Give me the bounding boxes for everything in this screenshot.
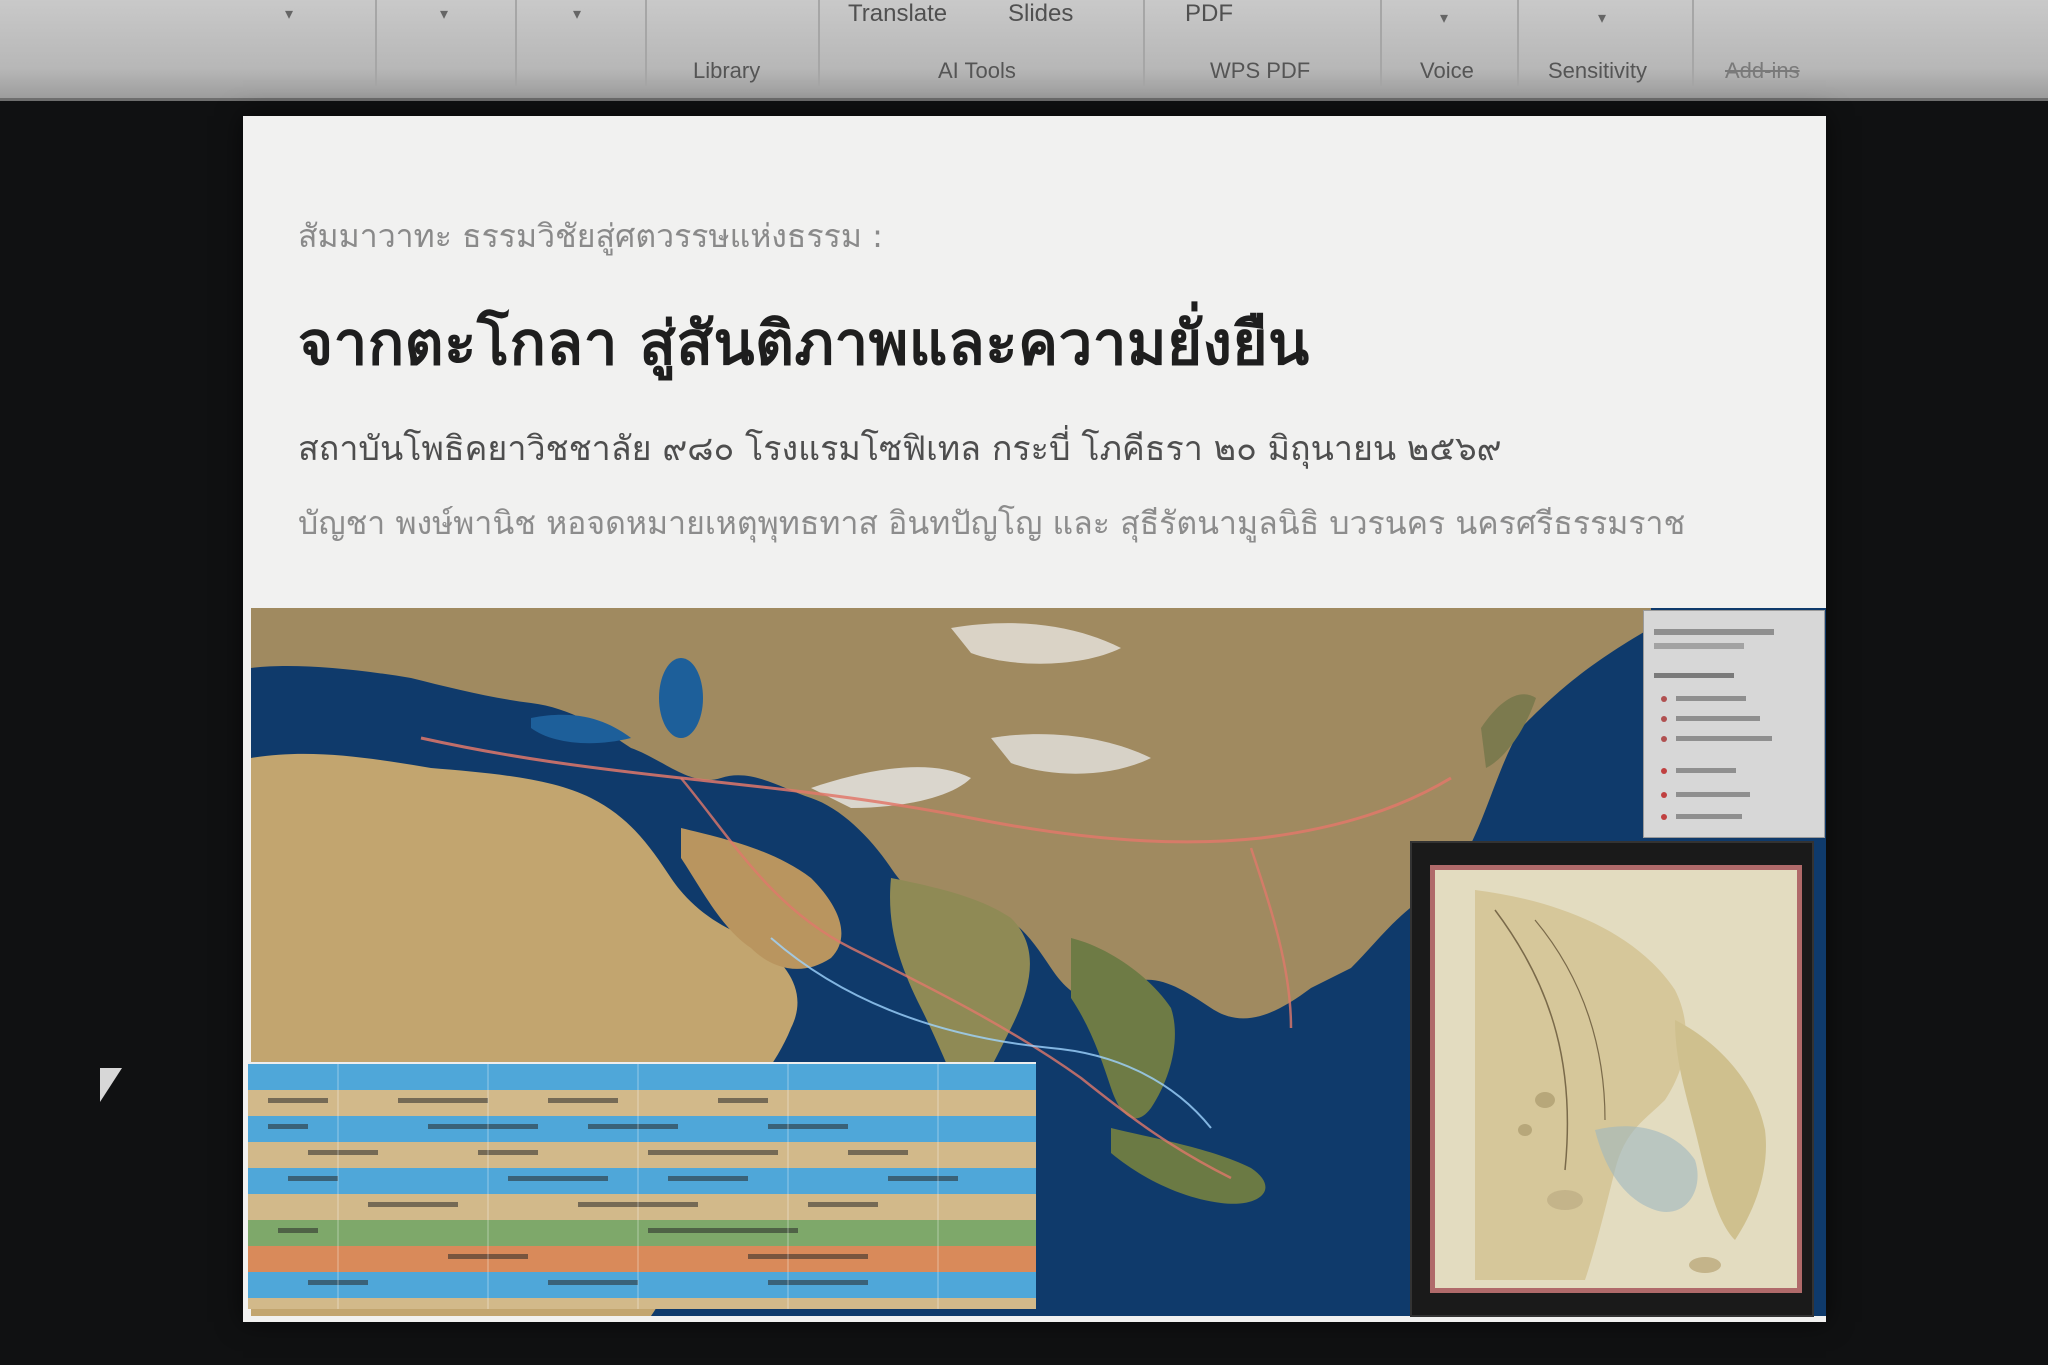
slide-canvas[interactable]: สัมมาวาทะ ธรรมวิชัยสู่ศตวรรษแห่งธรรม : จ… (243, 116, 1826, 1322)
group-sensitivity: Sensitivity (1548, 58, 1648, 83)
group-library: Library (693, 58, 761, 83)
ribbon-separator (515, 0, 517, 86)
antique-map-image (1410, 841, 1814, 1317)
group-ai-tools: AI Tools (938, 58, 1016, 83)
group-add-ins: Add-ins (1725, 58, 1800, 83)
chevron-down-icon[interactable]: ▾ (440, 4, 448, 23)
chevron-down-icon[interactable]: ▾ (573, 4, 581, 23)
ribbon-separator (1143, 0, 1145, 86)
slide-title: จากตะโกลา สู่สันติภาพและความยั่งยืน (298, 309, 1310, 379)
map-legend-image (1643, 610, 1825, 838)
slides-button[interactable]: Slides (1008, 0, 1073, 28)
ribbon-separator (818, 0, 820, 86)
ribbon-separator (1517, 0, 1519, 86)
timeline-table-image (248, 1062, 1036, 1309)
ribbon-toolbar: ▾ ▾ ▾ Translate Slides PDF ▾ ▾ Library A… (0, 0, 2048, 101)
ribbon-separator (1692, 0, 1694, 86)
ribbon-separator (645, 0, 647, 86)
ribbon-separator (1380, 0, 1382, 86)
pdf-button[interactable]: PDF (1185, 0, 1233, 28)
ribbon-separator (375, 0, 377, 86)
slide-subtitle: สถาบันโพธิคยาวิชชาลัย ๙๘๐ โรงแรมโซฟิเทล … (298, 429, 1502, 469)
translate-button[interactable]: Translate (848, 0, 947, 28)
chevron-down-icon[interactable]: ▾ (285, 4, 293, 23)
antique-map-paper (1430, 865, 1802, 1293)
group-voice: Voice (1420, 58, 1474, 83)
chevron-down-icon[interactable]: ▾ (1598, 8, 1606, 27)
chevron-down-icon[interactable]: ▾ (1440, 8, 1448, 27)
slide-authors: บัญชา พงษ์พานิช หอจดหมายเหตุพุทธทาส อินท… (298, 504, 1686, 542)
group-wps-pdf: WPS PDF (1210, 58, 1311, 83)
slide-kicker: สัมมาวาทะ ธรรมวิชัยสู่ศตวรรษแห่งธรรม : (298, 217, 883, 255)
